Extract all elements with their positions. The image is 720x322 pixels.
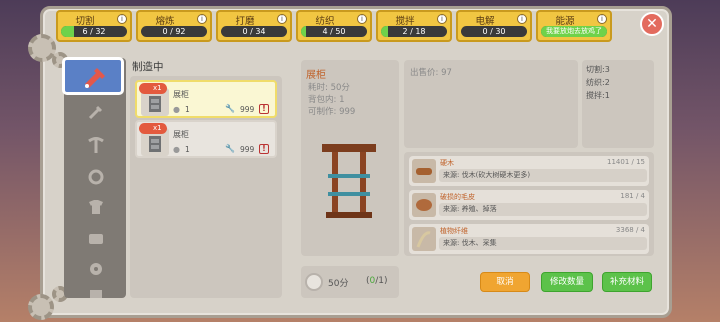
tab-polishing[interactable]: 打磨 i 0 / 34: [216, 10, 292, 42]
clock-icon: [305, 273, 323, 291]
material-count: 181 / 4: [620, 192, 645, 200]
fur-icon: [412, 193, 436, 217]
material-count: 11401 / 15: [607, 158, 645, 166]
quantity-badge: x1: [139, 83, 167, 94]
crafting-icon: [85, 68, 105, 88]
material-source: 来源: 伐木、采集: [439, 237, 647, 250]
tab-cutting[interactable]: 切割 i 6 / 32: [56, 10, 132, 42]
material-row[interactable]: 硬木 11401 / 15 来源: 伐木(砍大树硬木更多): [409, 156, 649, 186]
list-title: 制造中: [132, 61, 164, 73]
material-row[interactable]: 破损的毛皮 181 / 4 来源: 养殖、掉落: [409, 190, 649, 220]
bag-quantity: 背包内: 1: [308, 95, 345, 105]
wrench-icon: 🔧: [225, 144, 235, 153]
tab-progress-bar: 0 / 92: [141, 26, 207, 37]
sidebar-item-clothing[interactable]: [66, 194, 124, 220]
bag-count: 1: [185, 145, 190, 154]
wrench-icon: 🔧: [225, 104, 235, 113]
modify-quantity-button[interactable]: 修改数量: [541, 272, 593, 292]
sell-price: 出售价: 97: [410, 68, 452, 78]
tab-weaving[interactable]: 纺织 i 4 / 50: [296, 10, 372, 42]
tab-progress-bar: 4 / 50: [301, 26, 367, 37]
warning-icon: !: [259, 144, 269, 154]
tab-smelting[interactable]: 熔炼 i 0 / 92: [136, 10, 212, 42]
pickaxe-icon: [88, 137, 104, 153]
clothing-icon: [89, 200, 103, 214]
tab-label: 打磨: [235, 16, 255, 27]
gear-decoration-icon: [28, 294, 54, 320]
material-name: 硬木: [440, 159, 454, 167]
tab-label: 纺织: [315, 16, 335, 27]
tab-label: 切割: [75, 16, 95, 27]
tab-label: 熔炼: [155, 16, 175, 27]
time-icon: ●: [173, 145, 180, 154]
sidebar-item-gear[interactable]: [66, 256, 124, 282]
item-name: 展柜: [173, 130, 189, 139]
material-source: 来源: 养殖、掉落: [439, 203, 647, 216]
sidebar-item-mining[interactable]: [66, 132, 124, 158]
info-icon[interactable]: i: [277, 14, 287, 24]
makeable-count: 999: [240, 145, 255, 154]
item-title: 展柜: [306, 70, 326, 81]
box-icon: [90, 290, 102, 298]
rope-icon: [88, 169, 104, 185]
craft-time: 耗时: 50分: [308, 83, 350, 93]
sidebar-item-furniture[interactable]: [66, 226, 124, 252]
sidebar-item-active[interactable]: [62, 57, 124, 95]
gear-icon: [90, 263, 102, 275]
item-name: 展柜: [173, 90, 189, 99]
sidebar-item-misc[interactable]: [66, 282, 124, 298]
warning-icon: !: [259, 104, 269, 114]
material-row[interactable]: 植物纤维 3368 / 4 来源: 伐木、采集: [409, 224, 649, 254]
sidebar-item-rope[interactable]: [66, 164, 124, 190]
display-cabinet-image: [322, 144, 376, 218]
info-icon[interactable]: i: [357, 14, 367, 24]
wood-icon: [412, 159, 436, 183]
material-name: 植物纤维: [440, 227, 468, 235]
requirement-stirring: 搅拌:1: [586, 91, 610, 100]
tab-progress-bar: 6 / 32: [61, 26, 127, 37]
info-icon[interactable]: i: [117, 14, 127, 24]
bag-count: 1: [185, 105, 190, 114]
info-icon[interactable]: i: [517, 14, 527, 24]
info-icon[interactable]: i: [437, 14, 447, 24]
crafting-card-selected[interactable]: x1 展柜 ● 1 🔧 999 !: [135, 80, 277, 118]
fiber-icon: [412, 227, 436, 251]
tab-progress-bar: 0 / 34: [221, 26, 287, 37]
material-source: 来源: 伐木(砍大树硬木更多): [439, 169, 647, 182]
material-name: 破损的毛皮: [440, 193, 475, 201]
sidebar-item-tools[interactable]: [66, 100, 124, 126]
tool-icon: [88, 105, 103, 120]
cancel-button[interactable]: 取消: [480, 272, 530, 292]
makeable-quantity: 可制作: 999: [308, 107, 356, 117]
info-icon[interactable]: i: [597, 14, 607, 24]
tab-electrolysis[interactable]: 电解 i 0 / 30: [456, 10, 532, 42]
requirement-weaving: 纺织:2: [586, 78, 610, 87]
queue-count: (0/1): [366, 276, 388, 286]
time-icon: ●: [173, 105, 180, 114]
info-icon[interactable]: i: [197, 14, 207, 24]
tab-label: 能源: [555, 16, 575, 27]
requirement-cutting: 切割:3: [586, 65, 610, 74]
tab-label: 电解: [475, 16, 495, 27]
quantity-badge: x1: [139, 123, 167, 134]
tab-stirring[interactable]: 搅拌 i 2 / 18: [376, 10, 452, 42]
tab-label: 搅拌: [395, 16, 415, 27]
tab-progress-bar: 2 / 18: [381, 26, 447, 37]
close-button[interactable]: ✕: [640, 12, 664, 36]
tab-energy[interactable]: 能源 i 我要放炮去放鸡了: [536, 10, 612, 42]
total-time: 50分: [328, 279, 349, 289]
furniture-icon: [89, 234, 103, 244]
material-count: 3368 / 4: [615, 226, 645, 234]
crafting-card[interactable]: x1 展柜 ● 1 🔧 999 !: [135, 120, 277, 158]
tab-progress-bar: 我要放炮去放鸡了: [541, 26, 607, 37]
tab-progress-bar: 0 / 30: [461, 26, 527, 37]
makeable-count: 999: [240, 105, 255, 114]
supply-materials-button[interactable]: 补充材料: [602, 272, 652, 292]
